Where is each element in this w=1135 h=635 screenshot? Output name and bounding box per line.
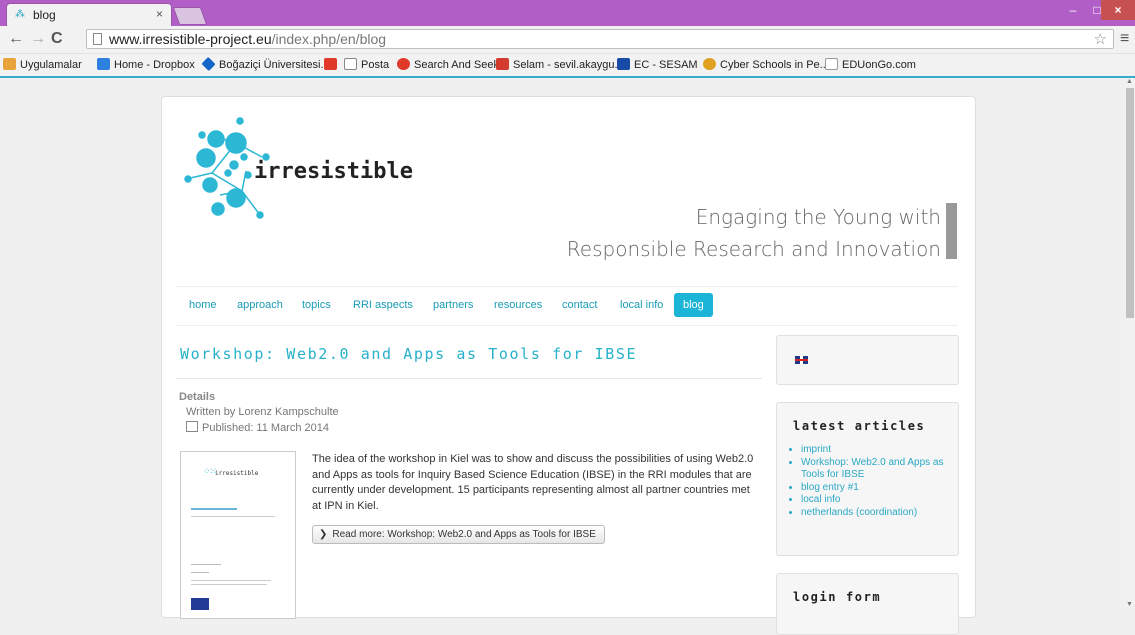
chevron-right-icon: ❯ (319, 529, 328, 540)
scroll-thumb[interactable] (1126, 88, 1134, 318)
ec-icon (617, 58, 630, 70)
bookmark-search-seek[interactable]: Search And Seek (397, 58, 499, 71)
published-date: Published: 11 March 2014 (202, 422, 329, 434)
search-seek-icon (397, 58, 410, 70)
back-icon[interactable]: ← (8, 30, 24, 48)
forward-icon[interactable]: → (30, 30, 46, 48)
page-container: irresistible Engaging the Young with Res… (161, 96, 976, 635)
main-navigation: home approach topics RRI aspects partner… (176, 286, 958, 326)
apps-grid-icon (3, 58, 16, 70)
nav-approach[interactable]: approach (237, 299, 283, 311)
m-logo-icon (324, 58, 337, 70)
calendar-icon (186, 421, 198, 432)
bookmark-bogazici[interactable]: Boğaziçi Üniversitesi... (201, 56, 330, 72)
nav-blog[interactable]: blog (674, 293, 713, 317)
page-icon (825, 58, 838, 70)
site-favicon-icon: ⁂ (15, 9, 25, 20)
bookmark-dropbox[interactable]: Home - Dropbox (97, 58, 195, 71)
latest-article-item[interactable]: imprint (801, 444, 961, 457)
dropbox-icon (97, 58, 110, 70)
logo-text[interactable]: irresistible (254, 159, 413, 184)
nav-topics[interactable]: topics (302, 299, 331, 311)
address-bar[interactable]: www.irresistible-project.eu/index.php/en… (86, 29, 1114, 49)
title-divider (176, 378, 762, 379)
latest-article-item[interactable]: local info (801, 494, 961, 507)
bookmark-cyber-schools[interactable]: Cyber Schools in Pe... (703, 58, 829, 71)
tab-strip: ⁂ blog × – □ × (0, 0, 1135, 26)
thumb-line (191, 584, 267, 585)
uk-flag-icon[interactable] (795, 356, 808, 364)
latest-articles-module: latest articles imprint Workshop: Web2.0… (776, 402, 959, 556)
thumb-line (191, 580, 271, 581)
browser-tab[interactable]: ⁂ blog × (6, 3, 172, 26)
article-author: Written by Lorenz Kampschulte (186, 406, 339, 418)
site-tagline: Engaging the Young with Responsible Rese… (567, 201, 941, 265)
read-more-button[interactable]: ❯ Read more: Workshop: Web2.0 and Apps as… (312, 525, 605, 544)
nav-contact[interactable]: contact (562, 299, 597, 311)
latest-articles-title: latest articles (793, 419, 926, 433)
browser-toolbar: ← → C www.irresistible-project.eu/index.… (0, 26, 1135, 54)
mail-icon (344, 58, 357, 70)
bookmark-eduongo[interactable]: EDUonGo.com (825, 58, 916, 71)
tab-close-icon[interactable]: × (156, 7, 163, 21)
language-switcher (776, 335, 959, 385)
nav-resources[interactable]: resources (494, 299, 542, 311)
chrome-menu-icon[interactable]: ≡ (1120, 30, 1129, 48)
bookmark-ec-sesam[interactable]: EC - SESAM (617, 58, 698, 71)
login-form-module: login form (776, 573, 959, 635)
diamond-icon (201, 56, 216, 72)
page-icon (93, 33, 102, 45)
thumb-line (191, 564, 221, 565)
nav-rri-aspects[interactable]: RRI aspects (353, 299, 413, 311)
url-host: www.irresistible-project.eu (109, 31, 272, 47)
url-text: www.irresistible-project.eu/index.php/en… (109, 31, 386, 47)
tab-title: blog (33, 8, 56, 22)
bookmark-apps[interactable]: Uygulamalar (3, 58, 82, 71)
latest-article-item[interactable]: blog entry #1 (801, 482, 961, 495)
reload-icon[interactable]: C (51, 30, 63, 48)
url-path: /index.php/en/blog (271, 31, 387, 47)
page-scrollbar[interactable]: ▲ ▼ (1125, 78, 1135, 608)
article-title[interactable]: Workshop: Web2.0 and Apps as Tools for I… (180, 345, 637, 363)
thumb-line (191, 508, 237, 510)
nav-home[interactable]: home (189, 299, 217, 311)
tagline-line-1: Engaging the Young with (695, 205, 941, 229)
bookmark-m-icon[interactable] (324, 58, 341, 71)
login-form-title: login form (793, 590, 882, 604)
eu-flag-icon (191, 598, 209, 610)
read-more-label: Read more: Workshop: Web2.0 and Apps as … (332, 529, 596, 540)
bookmark-star-icon[interactable]: ☆ (1094, 30, 1107, 48)
details-label: Details (179, 391, 216, 403)
bookmark-gmail[interactable]: Selam - sevil.akaygu... (496, 58, 624, 71)
nav-local-info[interactable]: local info (620, 299, 663, 311)
minimize-button[interactable]: – (1061, 0, 1085, 20)
scroll-up-icon[interactable]: ▲ (1126, 78, 1133, 85)
latest-article-item[interactable]: netherlands (coordination) (801, 507, 961, 520)
latest-article-item[interactable]: Workshop: Web2.0 and Apps as Tools for I… (801, 457, 961, 482)
close-window-button[interactable]: × (1101, 0, 1135, 20)
thumb-line (191, 572, 209, 573)
thumb-line (191, 516, 275, 517)
gmail-icon (496, 58, 509, 70)
tagline-line-2: Responsible Research and Innovation (566, 237, 941, 261)
globe-icon (703, 58, 716, 70)
article-published: Published: 11 March 2014 (186, 421, 329, 434)
new-tab-button[interactable] (172, 7, 208, 25)
bookmark-posta[interactable]: Posta (344, 58, 389, 71)
thumb-logo-text: irresistible (215, 470, 259, 477)
scroll-down-icon[interactable]: ▼ (1126, 601, 1133, 608)
tagline-accent-bar (946, 203, 957, 259)
article-thumbnail[interactable]: ⁘⁙ irresistible (180, 451, 296, 619)
nav-partners[interactable]: partners (433, 299, 473, 311)
latest-articles-list: imprint Workshop: Web2.0 and Apps as Too… (789, 444, 961, 519)
bookmarks-bar: Uygulamalar Home - Dropbox Boğaziçi Üniv… (0, 54, 1135, 78)
article-intro: The idea of the workshop in Kiel was to … (312, 453, 754, 512)
